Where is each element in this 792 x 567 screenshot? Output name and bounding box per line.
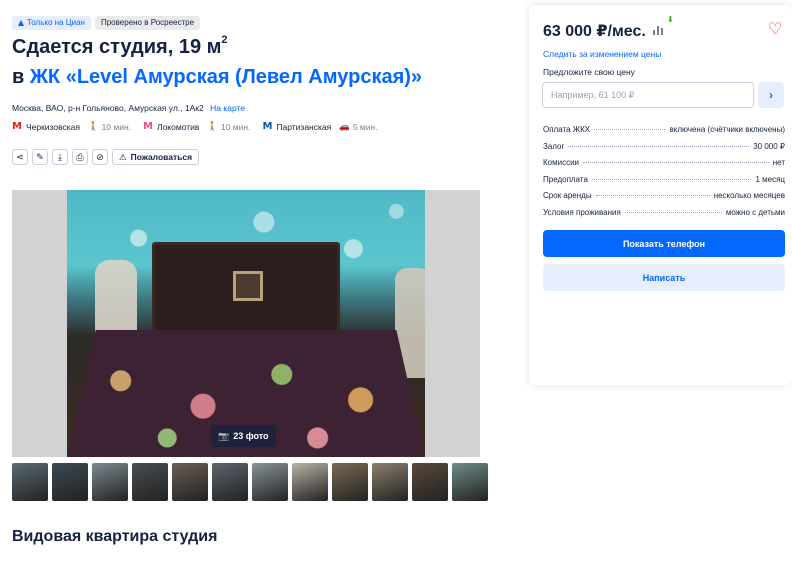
- term-label: Залог: [543, 141, 565, 151]
- metro-item[interactable]: М Партизанская 🚗 5 мин.: [262, 121, 377, 132]
- photo-thumbnail[interactable]: [212, 463, 248, 501]
- photo-count-label: 23 фото: [233, 431, 269, 441]
- camera-icon: 📷: [218, 430, 230, 441]
- page-title: Сдается студия, 19 м2: [12, 34, 228, 59]
- photo-thumbnail[interactable]: [452, 463, 488, 501]
- propose-submit-button[interactable]: ›: [758, 82, 784, 108]
- address: Москва, ВАО, р-н Гольяново, Амурская ул.…: [12, 103, 245, 113]
- thumbnail-strip: [12, 463, 488, 501]
- warning-icon: ⚠: [119, 151, 127, 162]
- metro-list: М Черкизовская 🚶 10 мин. М Локомотив 🚶 1…: [12, 121, 378, 132]
- badges: Только на Циан Проверено в Росреестре: [12, 16, 201, 30]
- term-value: включена (счётчики включены): [669, 125, 785, 134]
- metro-name: Черкизовская: [25, 121, 80, 132]
- description-title: Видовая квартира студия: [12, 528, 218, 545]
- main-photo[interactable]: [67, 190, 425, 457]
- metro-item[interactable]: М Черкизовская 🚶 10 мин.: [12, 121, 131, 132]
- metro-item[interactable]: М Локомотив 🚶 10 мин.: [143, 121, 250, 132]
- propose-price-label: Предложите свою цену: [543, 67, 635, 77]
- metro-icon: М: [143, 121, 153, 132]
- price-down-icon: ⬇: [667, 15, 674, 24]
- term-row: Залог 30 000 ₽: [543, 142, 785, 159]
- metro-icon: М: [262, 121, 273, 132]
- cian-only-badge: Только на Циан: [12, 16, 91, 30]
- term-value: несколько месяцев: [713, 191, 785, 200]
- photo-thumbnail[interactable]: [332, 463, 368, 501]
- print-button[interactable]: ⎙: [72, 149, 88, 165]
- printer-icon: ⎙: [76, 151, 84, 162]
- cian-logo-icon: [18, 20, 24, 26]
- complex-link[interactable]: ЖК «Level Амурская (Левел Амурская)»: [30, 66, 422, 88]
- term-row: Условия проживания можно с детьми: [543, 208, 785, 225]
- complex-prefix: в: [12, 66, 25, 88]
- metro-icon: М: [12, 121, 22, 132]
- complain-button[interactable]: ⚠ Пожаловаться: [112, 149, 200, 165]
- photo-thumbnail[interactable]: [292, 463, 328, 501]
- photo-thumbnail[interactable]: [52, 463, 88, 501]
- hide-button[interactable]: ⊘: [92, 149, 108, 165]
- term-label: Срок аренды: [543, 191, 592, 200]
- term-label: Комиссии: [543, 158, 580, 167]
- share-button[interactable]: ⋖: [12, 149, 28, 165]
- term-label: Оплата ЖКХ: [543, 125, 591, 134]
- download-button[interactable]: ⤓: [52, 149, 68, 165]
- address-text: Москва, ВАО, р-н Гольяново, Амурская ул.…: [12, 103, 204, 113]
- photo-thumbnail[interactable]: [372, 463, 408, 501]
- photo-thumbnail[interactable]: [252, 463, 288, 501]
- term-row: Комиссии нет: [543, 158, 785, 175]
- hide-icon: ⊘: [96, 151, 104, 162]
- edit-button[interactable]: ✎: [32, 149, 48, 165]
- metro-time: 🚶 10 мин.: [88, 121, 131, 132]
- metro-name: Локомотив: [157, 121, 200, 132]
- cian-only-label: Только на Циан: [27, 18, 85, 27]
- map-link[interactable]: На карте: [210, 103, 245, 113]
- term-value: 1 месяц: [755, 174, 785, 184]
- photo-thumbnail[interactable]: [172, 463, 208, 501]
- title-sup: 2: [221, 34, 228, 46]
- show-phone-button[interactable]: Показать телефон: [543, 230, 785, 257]
- term-row: Срок аренды несколько месяцев: [543, 191, 785, 208]
- metro-name: Партизанская: [276, 121, 332, 132]
- metro-time-value: 10 мин.: [101, 121, 132, 132]
- metro-time: 🚶 10 мин.: [207, 121, 250, 132]
- complain-label: Пожаловаться: [130, 152, 193, 162]
- actions-bar: ⋖ ✎ ⤓ ⎙ ⊘ ⚠ Пожаловаться: [12, 149, 200, 165]
- term-value: нет: [772, 158, 785, 167]
- chevron-right-icon: ›: [769, 88, 773, 102]
- photo-count-button[interactable]: 📷 23 фото: [211, 425, 276, 447]
- rental-terms: Оплата ЖКХ включена (счётчики включены) З…: [543, 125, 785, 224]
- walk-icon: 🚶: [207, 121, 218, 131]
- photo-thumbnail[interactable]: [92, 463, 128, 501]
- price: 63 000 ₽/мес.: [543, 23, 646, 40]
- write-message-button[interactable]: Написать: [543, 264, 785, 291]
- term-row: Предоплата 1 месяц: [543, 175, 785, 192]
- favorite-heart-icon[interactable]: ♡: [768, 19, 782, 39]
- headboard: [152, 242, 340, 342]
- term-row: Оплата ЖКХ включена (счётчики включены): [543, 125, 785, 142]
- pencil-icon: ✎: [36, 151, 44, 162]
- complex-title: в ЖК «Level Амурская (Левел Амурская)»: [12, 66, 422, 89]
- photo-thumbnail[interactable]: [132, 463, 168, 501]
- photo-thumbnail[interactable]: [12, 463, 48, 501]
- propose-price-input[interactable]: [542, 82, 754, 108]
- share-icon: ⋖: [16, 151, 24, 162]
- title-text: Сдается студия, 19 м: [12, 36, 222, 58]
- term-label: Предоплата: [543, 174, 588, 184]
- photo-thumbnail[interactable]: [412, 463, 448, 501]
- car-icon: 🚗: [339, 121, 350, 131]
- price-history-icon[interactable]: [653, 23, 667, 35]
- rosreestr-badge: Проверено в Росреестре: [94, 16, 201, 30]
- metro-time-value: 10 мин.: [220, 121, 251, 132]
- metro-time-value: 5 мин.: [352, 121, 378, 132]
- term-value: 30 000 ₽: [753, 141, 785, 151]
- follow-price-link[interactable]: Следить за изменением цены: [543, 49, 661, 59]
- term-value: можно с детьми: [725, 207, 785, 217]
- term-label: Условия проживания: [543, 207, 621, 217]
- walk-icon: 🚶: [87, 121, 99, 131]
- photo-gallery[interactable]: [12, 190, 480, 457]
- price-panel: 63 000 ₽/мес. ⬇ ♡ Следить за изменением …: [529, 5, 792, 385]
- emblem: [233, 271, 263, 301]
- metro-time: 🚗 5 мин.: [339, 121, 377, 132]
- download-icon: ⤓: [58, 151, 62, 162]
